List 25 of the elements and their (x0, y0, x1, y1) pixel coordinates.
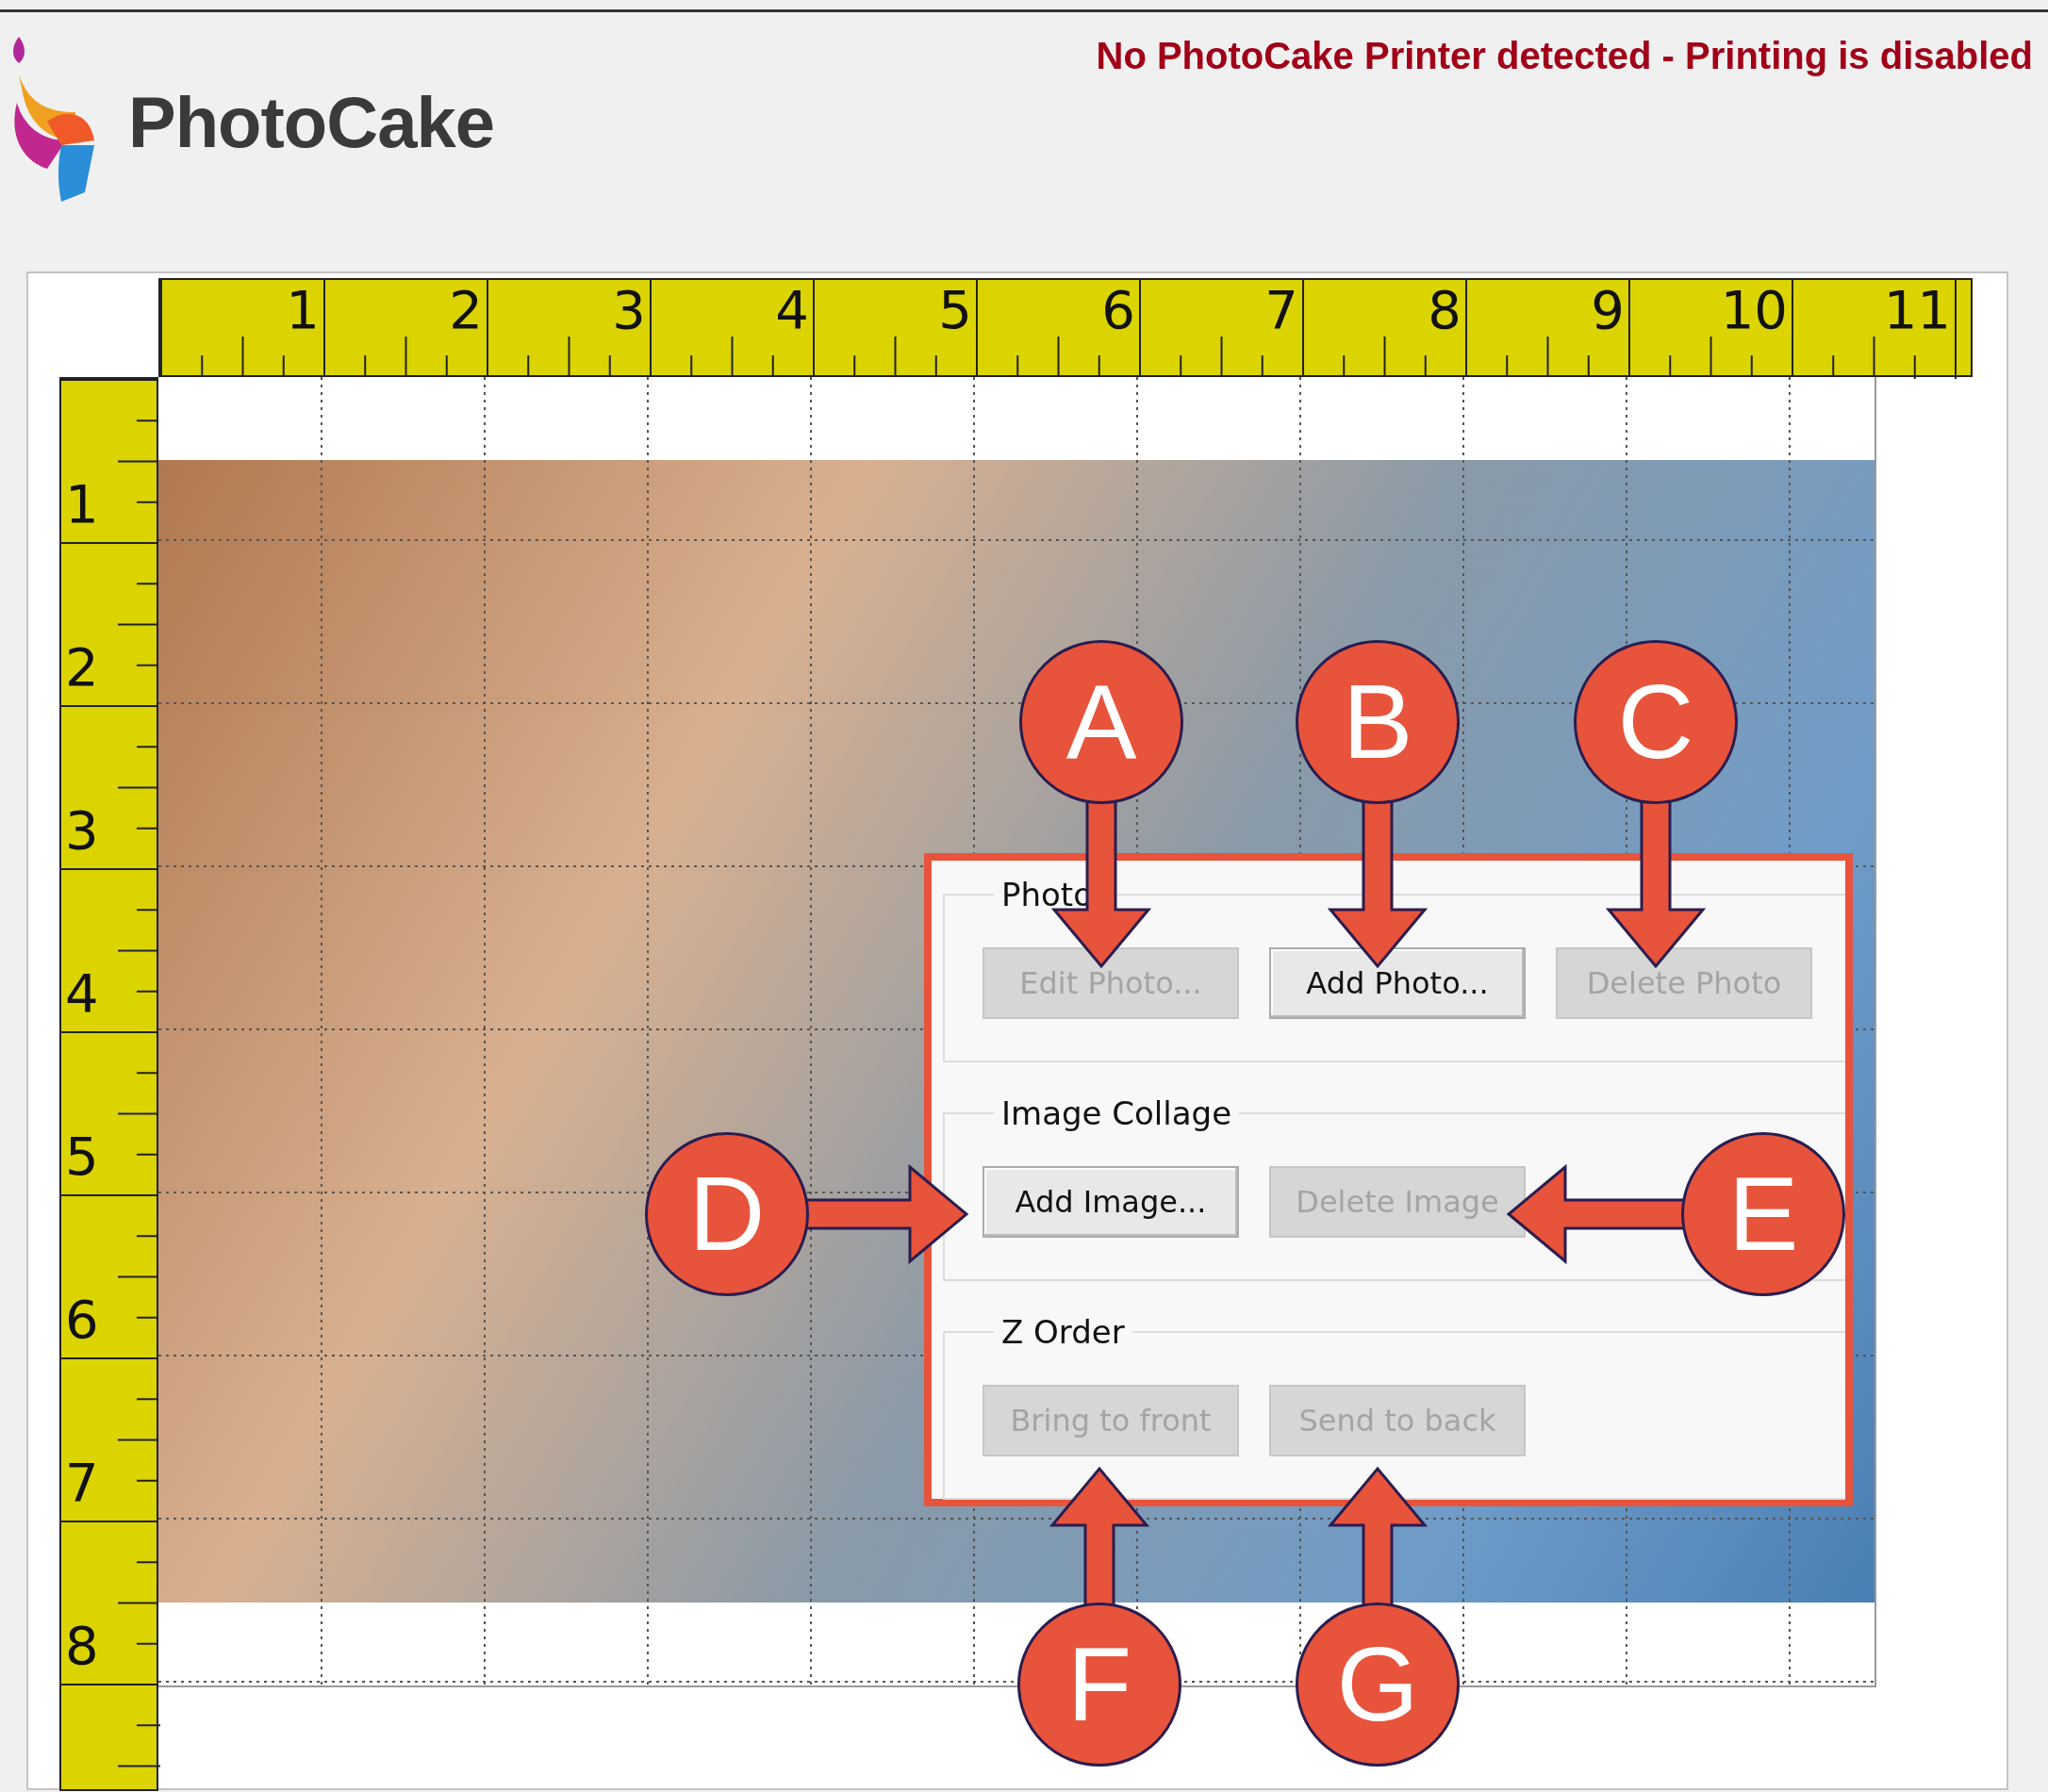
ruler-number: 8 (1428, 284, 1462, 337)
ruler-number: 3 (612, 284, 646, 337)
ruler-number: 6 (65, 1293, 99, 1346)
ruler-number: 11 (1883, 284, 1951, 337)
ruler-number: 5 (938, 284, 972, 337)
ruler-number: 4 (65, 967, 99, 1020)
action-button[interactable]: Add Photo... (1269, 947, 1526, 1019)
ruler-number: 6 (1101, 284, 1135, 337)
ruler-number: 3 (65, 804, 99, 857)
ruler-number: 10 (1720, 284, 1788, 337)
ruler-number: 1 (286, 284, 320, 337)
ruler-number: 2 (65, 641, 99, 694)
ruler-number: 7 (1264, 284, 1298, 337)
ruler-number: 2 (449, 284, 483, 337)
ruler-number: 9 (1591, 284, 1625, 337)
status-message: No PhotoCake Printer detected - Printing is disabled (1096, 35, 2033, 77)
ruler-number: 5 (65, 1130, 99, 1183)
ruler-number: 7 (65, 1456, 99, 1509)
ruler-number: 4 (775, 284, 809, 337)
ruler-number: 8 (65, 1619, 99, 1672)
group-title: Image Collage (1000, 1094, 1233, 1132)
logo-text: PhotoCake (128, 80, 494, 163)
group-title: Z Order (1000, 1313, 1126, 1351)
action-button[interactable]: Add Image... (983, 1166, 1239, 1238)
ruler-number: 1 (65, 478, 99, 531)
